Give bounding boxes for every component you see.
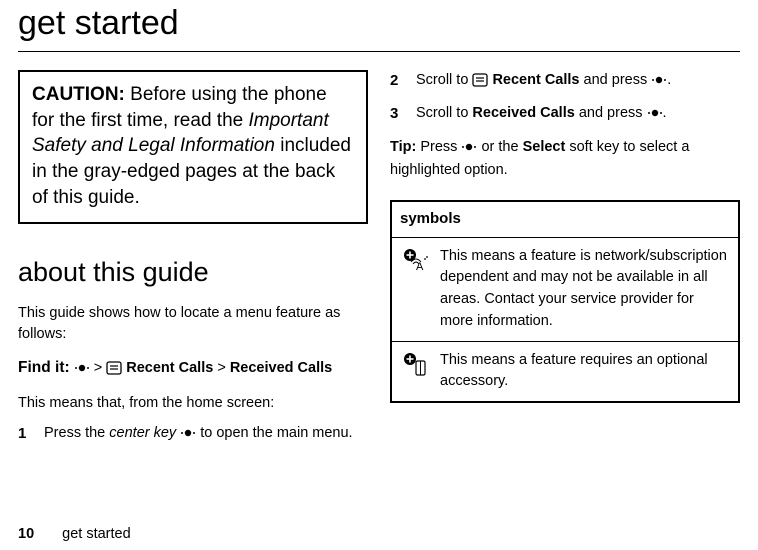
step3-d: . [663,105,667,121]
optional-accessory-icon [402,350,430,378]
symbols-text-network: This means a feature is network/subscrip… [440,246,728,333]
recent-calls-icon [472,73,488,95]
tip-b: or the [477,139,522,155]
left-column: CAUTION: Before using the phone for the … [18,70,368,446]
network-dependent-icon: A [402,246,430,274]
page: get started CAUTION: Before using the ph… [0,0,758,550]
explain-text: This means that, from the home screen: [18,393,368,415]
step3-c: and press [575,105,647,121]
step-3-body: Scroll to Received Calls and press . [416,103,740,127]
center-key-icon [461,139,477,161]
find-it-line: Find it: > Recent Calls [18,356,368,383]
symbols-header: symbols [392,202,738,238]
center-key-icon [651,72,667,94]
step-2: 2 Scroll to Recent Calls and press [390,70,740,95]
step3-a: Scroll to [416,105,472,121]
center-key-icon [647,105,663,127]
path-received-calls: Received Calls [230,360,332,376]
sep-gt-2: > [217,360,230,376]
symbols-table: symbols A This [390,200,740,403]
step2-b: Recent Calls [488,72,579,88]
tip-lead: Tip: [390,139,416,155]
step2-c: and press [580,72,652,88]
page-number: 10 [18,526,34,542]
page-title: get started [18,0,740,52]
caution-box: CAUTION: Before using the phone for the … [18,70,368,224]
step-3-number: 3 [390,103,416,127]
tip-select: Select [523,139,566,155]
step3-b: Received Calls [472,105,574,121]
step-1: 1 Press the center key to open the main … [18,423,368,447]
step2-a: Scroll to [416,72,472,88]
step-1-number: 1 [18,423,44,447]
symbols-text-accessory: This means a feature requires an optiona… [440,350,728,394]
right-column: 2 Scroll to Recent Calls and press [390,70,740,446]
find-it-lead: Find it: [18,359,70,376]
page-footer: 10 get started [18,526,131,542]
center-key-icon [74,360,90,382]
content-columns: CAUTION: Before using the phone for the … [18,70,740,446]
step-3: 3 Scroll to Received Calls and press . [390,103,740,127]
tip-a: Press [416,139,461,155]
symbols-row-network: A This means a feature is network/subscr… [392,238,738,341]
step2-d: . [667,72,671,88]
step1-b: center key [109,425,180,441]
step1-c: to open the main menu. [196,425,352,441]
sep-gt-1: > [94,360,107,376]
section-heading: about this guide [18,252,368,293]
footer-section: get started [62,526,131,542]
caution-lead: CAUTION: [32,84,125,105]
recent-calls-icon [106,361,122,383]
step1-a: Press the [44,425,109,441]
step-2-body: Scroll to Recent Calls and press . [416,70,740,95]
symbols-row-accessory: This means a feature requires an optiona… [392,341,738,402]
tip-line: Tip: Press or the Select soft key to sel… [390,137,740,183]
path-recent-calls: Recent Calls [126,360,213,376]
center-key-icon [180,425,196,447]
step-2-number: 2 [390,70,416,95]
step-1-body: Press the center key to open the main me… [44,423,368,447]
intro-text: This guide shows how to locate a menu fe… [18,303,368,347]
